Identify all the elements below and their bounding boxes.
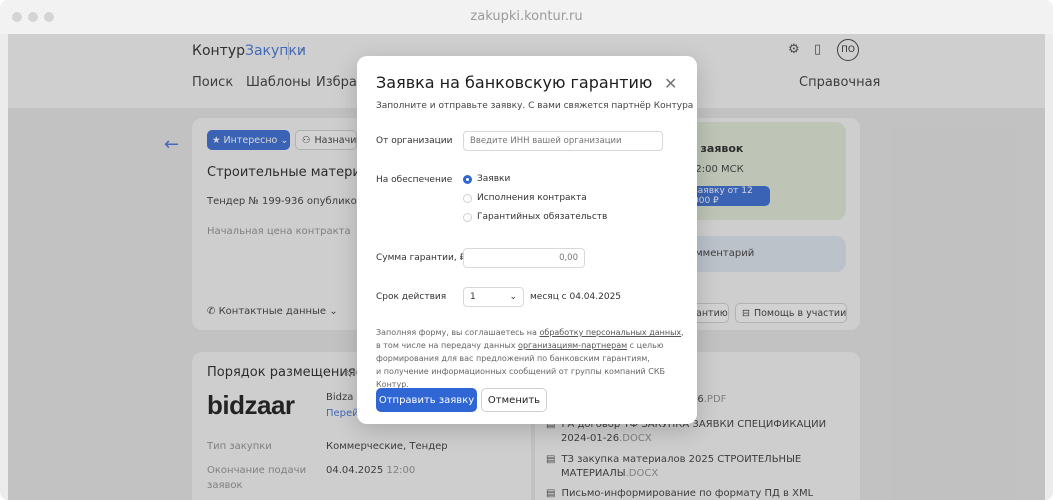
radio-label: Заявки xyxy=(477,174,511,184)
submit-application-button[interactable]: Отправить заявку xyxy=(376,388,477,412)
amount-label: Сумма гарантии, ₽ xyxy=(376,253,466,263)
radio-label: Гарантийных обязательств xyxy=(477,212,608,222)
consent-text: Заполняя форму, вы соглашаетесь на xyxy=(376,328,540,337)
term-suffix: месяц с 04.04.2025 xyxy=(530,292,622,302)
close-icon[interactable]: ✕ xyxy=(664,74,677,93)
consent-text: в том числе на передачу данных xyxy=(376,341,519,350)
address-bar[interactable]: zakupki.kontur.ru xyxy=(0,9,1053,24)
amount-input[interactable] xyxy=(463,248,585,268)
cancel-button[interactable]: Отменить xyxy=(481,388,547,412)
modal-title: Заявка на банковскую гарантию xyxy=(376,73,653,92)
modal-subtitle: Заполните и отправьте заявку. С вами свя… xyxy=(376,101,694,111)
radio-label: Исполнения контракта xyxy=(477,193,587,203)
consent-text: с целью xyxy=(627,341,664,350)
security-label: На обеспечение xyxy=(376,175,453,185)
org-label: От организации xyxy=(376,136,453,146)
radio-contract-execution[interactable]: Исполнения контракта xyxy=(463,193,587,203)
radio-button[interactable] xyxy=(463,212,472,222)
inn-input[interactable] xyxy=(463,131,663,151)
term-select[interactable]: 1 ⌄ xyxy=(463,287,524,307)
term-label: Срок действия xyxy=(376,292,447,302)
radio-button-selected[interactable] xyxy=(463,174,472,184)
consent-text: формирования для вас предложений по банк… xyxy=(376,354,650,363)
consent-note: Заполняя форму, вы соглашаетесь на обраб… xyxy=(376,326,686,391)
consent-text: , xyxy=(681,328,684,337)
radio-application[interactable]: Заявки xyxy=(463,174,510,184)
bank-guarantee-modal: Заявка на банковскую гарантию ✕ Заполнит… xyxy=(357,56,697,424)
personal-data-link[interactable]: обработку персональных данных xyxy=(539,328,681,337)
browser-window: zakupki.kontur.ru КонтурЗакупки ⌄ ⚙ ▯ ПО… xyxy=(0,0,1053,500)
term-value: 1 xyxy=(470,292,476,302)
radio-button[interactable] xyxy=(463,193,472,203)
chevron-down-icon: ⌄ xyxy=(509,292,517,302)
browser-titlebar: zakupki.kontur.ru xyxy=(0,0,1053,34)
consent-text: и получение информационных сообщений от … xyxy=(376,367,666,389)
page-viewport: КонтурЗакупки ⌄ ⚙ ▯ ПО Поиск Шаблоны Изб… xyxy=(8,34,1045,500)
radio-warranty-obligations[interactable]: Гарантийных обязательств xyxy=(463,212,607,222)
partners-link[interactable]: организациям-партнерам xyxy=(518,341,627,350)
